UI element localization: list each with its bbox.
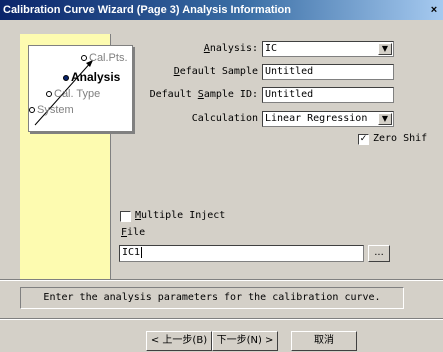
analysis-label: Analysis: — [203, 43, 258, 54]
next-button[interactable]: 下一步(N) > — [212, 331, 278, 351]
file-input[interactable]: IC1 — [119, 245, 364, 262]
close-icon[interactable]: × — [427, 3, 441, 17]
cancel-button[interactable]: 取消 — [291, 331, 357, 351]
back-button[interactable]: < 上一步(B) — [146, 331, 212, 351]
nav-dot-icon — [81, 55, 87, 62]
nav-dot-icon — [46, 91, 52, 98]
nav-dot-icon — [63, 74, 69, 81]
nav-step-analysis[interactable]: Analysis — [63, 70, 120, 84]
chevron-down-icon[interactable]: ▼ — [378, 113, 392, 125]
window-title: Calibration Curve Wizard (Page 3) Analys… — [3, 4, 291, 16]
multiple-inject-label: Multiple Inject — [135, 210, 226, 221]
default-sample-id-input[interactable]: Untitled — [262, 87, 394, 103]
default-sample-id-label: Default Sample ID: — [149, 89, 258, 100]
nav-dot-icon — [29, 107, 35, 114]
file-value: IC1 — [122, 247, 141, 258]
analysis-select[interactable]: IC ▼ — [262, 41, 394, 57]
status-message: Enter the analysis parameters for the ca… — [20, 287, 404, 309]
nav-step-cal-type[interactable]: Cal. Type — [46, 88, 100, 100]
calculation-label: Calculation — [191, 113, 258, 124]
nav-step-cal-pts[interactable]: Cal.Pts. — [81, 52, 128, 64]
zero-shift-checkbox[interactable]: ✓ — [358, 134, 369, 145]
text-cursor — [141, 247, 143, 258]
browse-button[interactable]: ... — [368, 245, 390, 262]
multiple-inject-checkbox[interactable] — [120, 211, 131, 222]
file-label: File — [121, 227, 146, 238]
analysis-value: IC — [265, 43, 278, 54]
nav-step-system[interactable]: System — [29, 104, 74, 116]
default-sample-input[interactable]: Untitled — [262, 64, 394, 80]
calculation-value: Linear Regression — [265, 113, 368, 124]
zero-shift-label: Zero Shif — [373, 133, 428, 144]
wizard-step-navigator: Cal.Pts. Analysis Cal. Type System — [28, 45, 133, 132]
chevron-down-icon[interactable]: ▼ — [378, 43, 392, 55]
default-sample-label: Default Sample — [173, 66, 258, 77]
title-bar: Calibration Curve Wizard (Page 3) Analys… — [0, 0, 443, 20]
calculation-select[interactable]: Linear Regression ▼ — [262, 111, 394, 127]
separator-top — [0, 279, 443, 281]
separator-bottom — [0, 318, 443, 320]
